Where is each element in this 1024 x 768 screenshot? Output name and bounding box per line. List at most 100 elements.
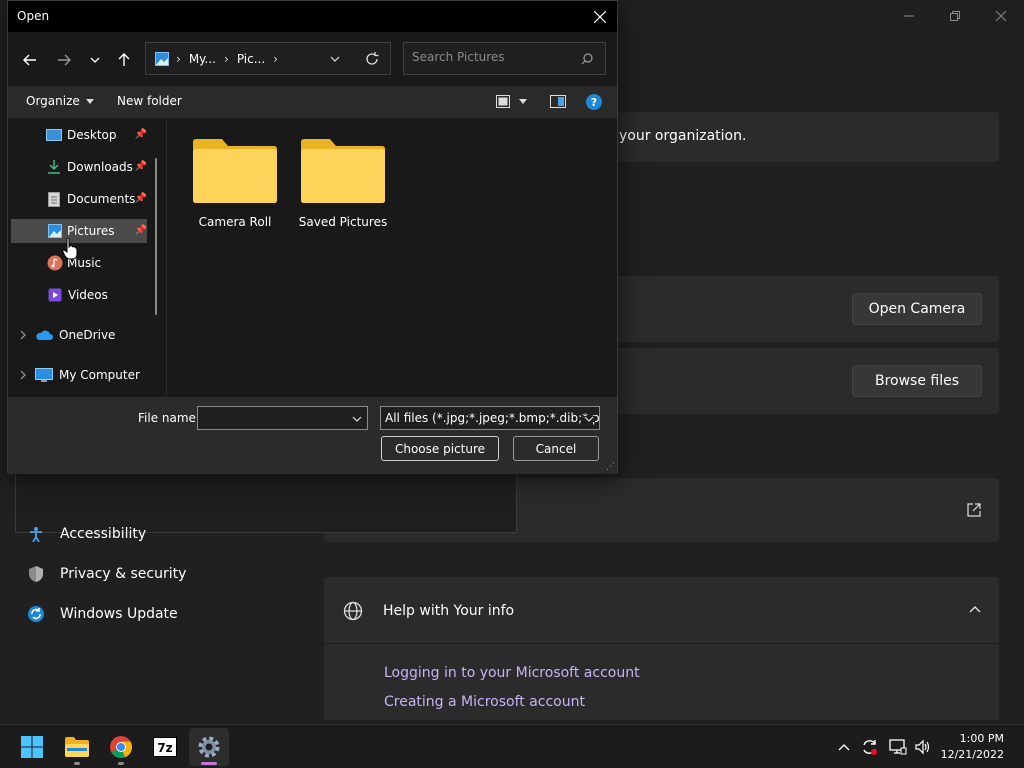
nav-item-windows-update[interactable]: Windows Update: [26, 604, 178, 624]
chevron-down-icon: [90, 57, 100, 63]
file-name-input[interactable]: [202, 411, 342, 425]
clock-time: 1:00 PM: [959, 732, 1004, 745]
up-button[interactable]: [110, 48, 138, 72]
help-link-creating-account[interactable]: Creating a Microsoft account: [384, 694, 585, 710]
desktop-icon: [46, 129, 62, 141]
svg-text:?: ?: [591, 96, 597, 109]
chevron-right-icon[interactable]: [19, 370, 27, 380]
chevron-down-icon[interactable]: [330, 56, 340, 62]
forward-button[interactable]: [50, 48, 78, 72]
folder-item[interactable]: Saved Pictures: [295, 138, 391, 229]
nav-item-accessibility[interactable]: Accessibility: [26, 524, 146, 544]
tree-item-music[interactable]: Music: [11, 251, 147, 275]
file-type-value: All files (*.jpg;*.jpeg;*.bmp;*.dib;*.pn…: [385, 411, 600, 425]
organize-label: Organize: [26, 94, 80, 108]
organize-button[interactable]: Organize: [26, 94, 94, 108]
minimize-button[interactable]: [886, 0, 932, 32]
volume-icon[interactable]: [915, 739, 933, 755]
file-type-select[interactable]: All files (*.jpg;*.jpeg;*.bmp;*.dib;*.pn…: [380, 406, 600, 430]
resize-grip-icon[interactable]: ⋰: [606, 462, 615, 472]
tree-item-documents[interactable]: Documents 📌: [11, 187, 147, 211]
taskbar-chrome[interactable]: [101, 728, 141, 766]
address-bar[interactable]: › My... › Pic... ›: [145, 42, 391, 75]
close-icon: [594, 10, 606, 23]
back-button[interactable]: [16, 48, 44, 72]
taskbar-file-explorer[interactable]: [57, 728, 97, 766]
pictures-icon: [48, 224, 62, 238]
nav-label: Windows Update: [60, 606, 178, 622]
cancel-button[interactable]: Cancel: [513, 436, 599, 461]
preview-pane-button[interactable]: [550, 95, 566, 108]
folder-label: Camera Roll: [198, 215, 272, 229]
pin-icon: 📌: [134, 225, 147, 236]
close-button[interactable]: [978, 0, 1024, 32]
taskbar: 7z 1:00 PM 12/21/2022: [0, 724, 1024, 768]
preview-pane-icon: [550, 95, 566, 108]
tree-label: Downloads: [67, 160, 133, 174]
open-camera-button[interactable]: Open Camera: [852, 293, 982, 325]
choose-picture-button[interactable]: Choose picture: [381, 436, 499, 461]
folder-item[interactable]: Camera Roll: [187, 138, 283, 229]
hand-cursor-icon: [62, 238, 78, 260]
maximize-button[interactable]: [932, 0, 978, 32]
taskbar-settings[interactable]: [189, 728, 229, 766]
settings-icon: [198, 736, 220, 758]
taskbar-7zip[interactable]: 7z: [145, 728, 185, 766]
network-icon[interactable]: [889, 739, 907, 755]
computer-icon: [35, 367, 53, 382]
command-bar: Organize New folder ?: [8, 86, 617, 118]
nav-item-privacy-security[interactable]: Privacy & security: [26, 564, 186, 584]
external-link-icon: [967, 503, 981, 517]
browse-files-button[interactable]: Browse files: [852, 365, 982, 397]
folder-icon: [301, 139, 385, 203]
clock-date: 12/21/2022: [940, 748, 1004, 761]
svg-text:7z: 7z: [157, 741, 172, 755]
view-options-button[interactable]: [496, 95, 527, 108]
dialog-footer: File name: All files (*.jpg;*.jpeg;*.bmp…: [8, 397, 617, 474]
help-link-logging-in[interactable]: Logging in to your Microsoft account: [384, 665, 640, 681]
breadcrumb-item[interactable]: Pic...: [237, 52, 265, 66]
tree-label: Documents: [67, 192, 136, 206]
refresh-icon[interactable]: [365, 52, 379, 66]
pin-icon: 📌: [134, 129, 147, 140]
system-tray: [837, 725, 933, 768]
start-button[interactable]: [12, 728, 52, 766]
clock[interactable]: 1:00 PM 12/21/2022: [941, 731, 1004, 763]
dialog-title-bar[interactable]: Open: [8, 1, 617, 32]
caret-down-icon: [85, 98, 94, 104]
file-name-field[interactable]: [197, 406, 368, 430]
new-folder-button[interactable]: New folder: [117, 94, 182, 108]
tree-label: Videos: [68, 288, 108, 302]
dialog-close-button[interactable]: [583, 1, 617, 32]
breadcrumb-separator: ›: [176, 51, 181, 66]
running-indicator: [74, 762, 80, 765]
chevron-right-icon[interactable]: [19, 330, 27, 340]
search-box[interactable]: [403, 42, 606, 75]
chevron-down-icon[interactable]: [352, 416, 362, 422]
file-list: Camera Roll Saved Pictures: [166, 118, 617, 397]
nav-label: Accessibility: [60, 526, 147, 542]
7zip-icon: 7z: [153, 737, 177, 757]
tree-item-pictures[interactable]: Pictures 📌: [11, 219, 147, 243]
tree-item-my-computer[interactable]: My Computer: [11, 363, 147, 387]
breadcrumb-item[interactable]: My...: [189, 52, 216, 66]
sync-alert-icon[interactable]: [861, 738, 879, 756]
minimize-icon: [904, 15, 914, 17]
help-button[interactable]: ?: [586, 94, 602, 110]
search-input[interactable]: [412, 50, 572, 64]
accessibility-icon: [26, 524, 46, 544]
address-row: › My... › Pic... ›: [8, 32, 617, 86]
tree-item-onedrive[interactable]: OneDrive: [11, 323, 147, 347]
recent-locations-button[interactable]: [81, 48, 109, 72]
tree-scrollbar[interactable]: [155, 158, 157, 315]
restore-icon: [950, 11, 960, 21]
help-header[interactable]: Help with Your info: [324, 577, 999, 644]
tree-item-videos[interactable]: Videos: [11, 283, 147, 307]
chevron-up-icon[interactable]: [837, 742, 851, 752]
tree-item-downloads[interactable]: Downloads 📌: [11, 155, 147, 179]
pictures-icon: [155, 51, 169, 66]
arrow-left-icon: [23, 54, 36, 66]
tree-item-desktop[interactable]: Desktop 📌: [11, 123, 147, 147]
help-icon: ?: [586, 94, 602, 110]
search-icon: [581, 53, 593, 65]
